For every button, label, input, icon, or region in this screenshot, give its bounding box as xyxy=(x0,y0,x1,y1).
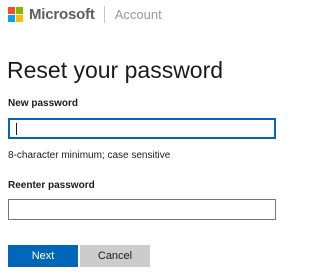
reset-password-page: Microsoft Account Reset your password Ne… xyxy=(0,0,296,278)
brand-name: Microsoft xyxy=(29,5,95,23)
password-hint: 8-character minimum; case sensitive xyxy=(8,150,171,161)
cancel-button[interactable]: Cancel xyxy=(80,245,150,267)
logo-blue-square xyxy=(8,14,15,22)
header-divider xyxy=(103,5,105,23)
new-password-label: New password xyxy=(8,98,79,109)
section-name: Account xyxy=(114,6,162,22)
logo-green-square xyxy=(16,6,23,14)
logo-yellow-square xyxy=(16,14,23,22)
reenter-password-field[interactable] xyxy=(8,199,276,220)
logo-red-square xyxy=(8,6,15,14)
microsoft-logo-icon xyxy=(8,6,23,22)
reenter-password-label: Reenter password xyxy=(8,180,95,191)
next-button[interactable]: Next xyxy=(8,245,78,267)
header: Microsoft Account xyxy=(8,5,162,23)
new-password-field[interactable] xyxy=(8,118,276,139)
text-caret xyxy=(16,123,17,135)
page-title: Reset your password xyxy=(7,57,224,83)
